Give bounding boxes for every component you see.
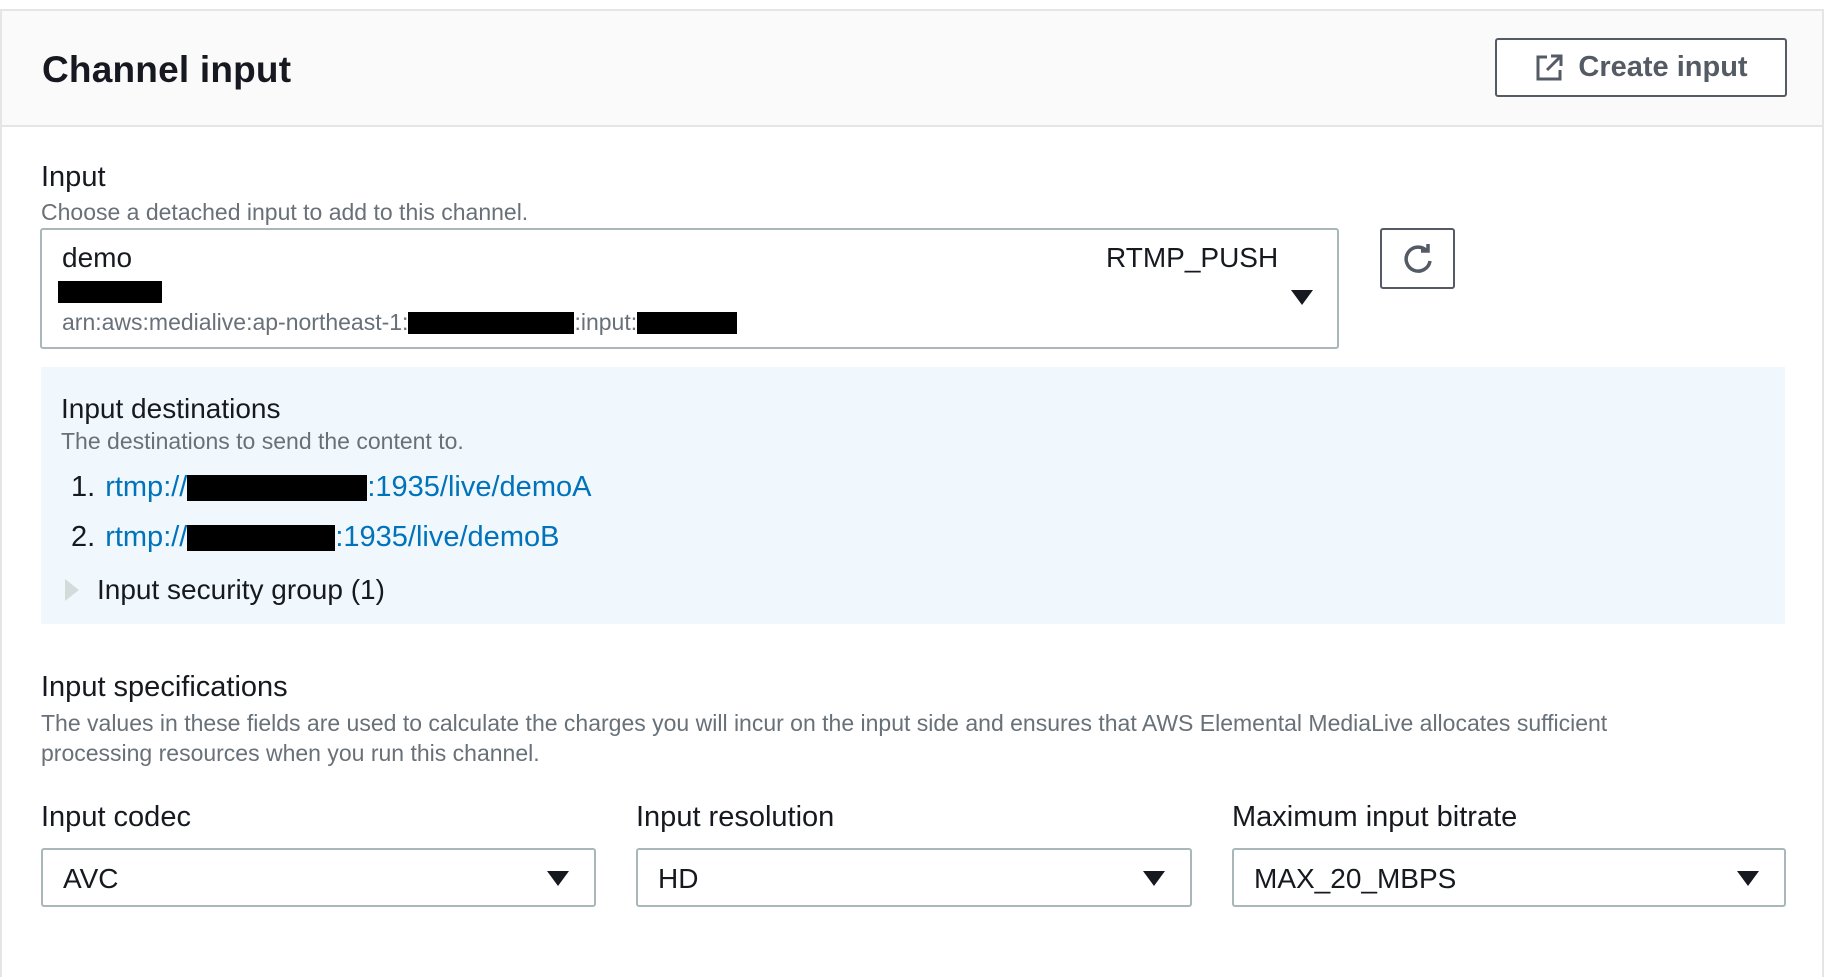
specifications-description-2: processing resources when you run this c… — [41, 740, 540, 766]
refresh-icon — [1403, 243, 1432, 273]
destinations-description: The destinations to send the content to. — [61, 428, 464, 454]
input-arn: arn:aws:medialive:ap-northeast-1: :input… — [62, 309, 738, 336]
destinations-title: Input destinations — [61, 393, 281, 424]
caret-down-icon — [547, 871, 569, 886]
external-link-icon — [1536, 54, 1563, 80]
bitrate-select[interactable]: MAX_20_MBPS — [1232, 848, 1786, 907]
resolution-label: Input resolution — [636, 801, 835, 833]
caret-right-icon — [65, 579, 79, 601]
destination-path: :1935/live/demoB — [335, 521, 560, 553]
redacted-host — [187, 524, 336, 551]
redacted-account-id — [408, 311, 575, 334]
selected-input-name: demo — [62, 242, 133, 273]
input-destinations-box: Input destinations The destinations to s… — [41, 367, 1785, 624]
caret-down-icon — [1291, 290, 1313, 305]
refresh-button[interactable] — [1380, 228, 1455, 289]
resolution-select[interactable]: HD — [636, 848, 1192, 907]
bitrate-label: Maximum input bitrate — [1232, 801, 1518, 833]
redacted-input-number — [637, 311, 738, 334]
input-description: Choose a detached input to add to this c… — [41, 199, 529, 225]
destination-number: 1. — [71, 471, 96, 503]
redacted-host — [187, 474, 368, 501]
create-input-label: Create input — [1578, 51, 1748, 83]
create-input-button[interactable]: Create input — [1495, 38, 1787, 97]
destination-item: 2. rtmp:// :1935/live/demoB — [71, 521, 559, 554]
bitrate-value: MAX_20_MBPS — [1254, 863, 1457, 894]
redacted-input-id — [58, 281, 162, 303]
destination-item: 1. rtmp:// :1935/live/demoA — [71, 471, 591, 504]
panel-header: Channel input Create input — [2, 11, 1822, 127]
specifications-description-1: The values in these fields are used to c… — [41, 710, 1608, 736]
resolution-value: HD — [658, 863, 699, 894]
destination-link[interactable]: rtmp:// :1935/live/demoA — [105, 471, 591, 504]
codec-label: Input codec — [41, 801, 191, 833]
arn-prefix: arn:aws:medialive:ap-northeast-1: — [62, 309, 409, 335]
destination-link[interactable]: rtmp:// :1935/live/demoB — [105, 521, 559, 554]
specifications-label: Input specifications — [41, 671, 288, 703]
input-select[interactable]: demo RTMP_PUSH arn:aws:medialive:ap-nort… — [40, 228, 1339, 349]
destination-number: 2. — [71, 521, 96, 553]
destination-protocol: rtmp:// — [105, 471, 188, 503]
caret-down-icon — [1143, 871, 1165, 886]
page-title: Channel input — [42, 49, 292, 90]
destination-path: :1935/live/demoA — [367, 471, 592, 503]
destination-protocol: rtmp:// — [105, 521, 188, 553]
input-label: Input — [41, 161, 106, 193]
codec-value: AVC — [63, 863, 119, 894]
arn-mid: :input: — [574, 309, 638, 335]
caret-down-icon — [1737, 871, 1759, 886]
security-group-expander[interactable]: Input security group (1) — [65, 574, 385, 606]
security-group-label: Input security group (1) — [97, 574, 385, 605]
selected-input-type: RTMP_PUSH — [1106, 242, 1279, 273]
codec-select[interactable]: AVC — [41, 848, 596, 907]
